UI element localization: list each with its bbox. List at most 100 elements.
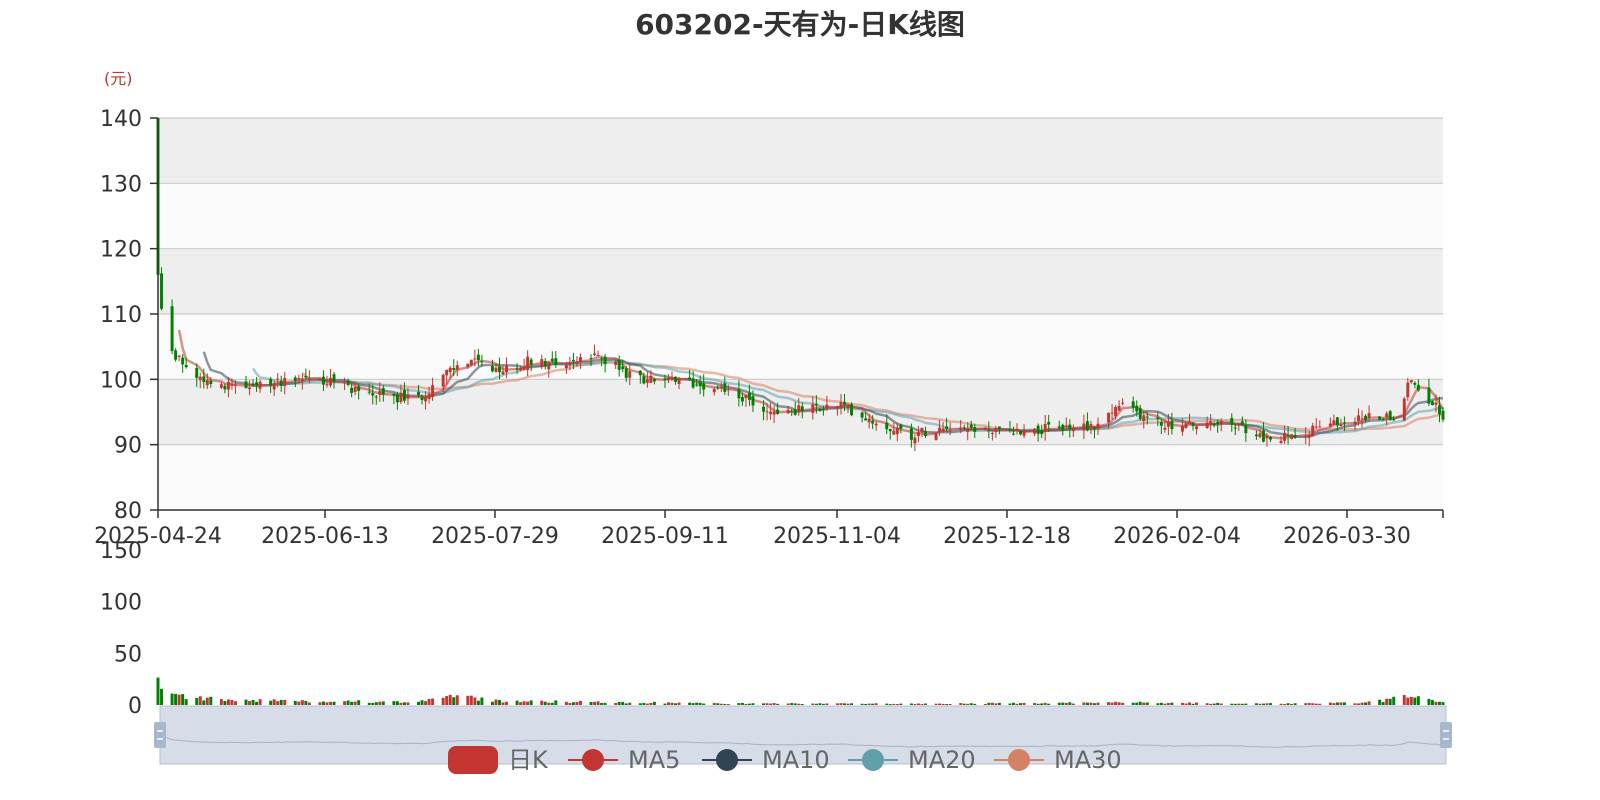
candle-body	[821, 408, 825, 410]
candle-body	[793, 409, 797, 415]
volume-bar	[1244, 703, 1248, 705]
price-unit-label: (元)	[104, 69, 133, 88]
volume-bar	[1219, 703, 1223, 705]
candle-body	[1307, 434, 1311, 438]
candle-body	[473, 358, 477, 360]
volume-bar	[839, 703, 843, 705]
volume-bar	[1233, 703, 1237, 705]
candle-body	[1012, 433, 1015, 435]
volume-bar	[895, 704, 899, 706]
volume-bar	[300, 700, 304, 705]
candle-body	[466, 363, 470, 368]
candle-body	[346, 381, 350, 385]
volume-bar	[737, 703, 741, 705]
candle-body	[762, 406, 766, 412]
candle-body	[751, 396, 755, 406]
candle-body	[938, 427, 942, 432]
volume-series	[156, 677, 1445, 706]
volume-bar	[1402, 695, 1406, 705]
candle-body	[871, 420, 875, 424]
candle-body	[948, 430, 952, 432]
volume-bar	[1145, 702, 1149, 705]
chart-title: 603202-天有为-日K线图	[635, 8, 965, 41]
candle-body	[1328, 423, 1332, 427]
volume-bar	[571, 702, 575, 705]
candle-body	[1237, 424, 1241, 426]
volume-bar	[1089, 702, 1093, 705]
x-tick-label: 2025-06-13	[261, 524, 389, 549]
candle-body	[934, 433, 938, 440]
volume-bar	[1033, 703, 1037, 705]
volume-bar	[614, 702, 618, 705]
candle-body	[424, 396, 428, 402]
candle-body	[300, 378, 304, 381]
volume-bar	[786, 703, 790, 705]
candle-body	[737, 389, 741, 399]
volume-bar	[1166, 703, 1170, 705]
volume-bar	[924, 703, 927, 705]
legend-circle-icon	[1008, 749, 1030, 771]
candle-body	[1265, 435, 1269, 439]
volume-bar	[494, 699, 498, 705]
volume-bar	[378, 701, 382, 705]
candle-body	[645, 379, 649, 383]
candle-body	[670, 377, 674, 380]
candle-body	[1015, 428, 1019, 431]
volume-bar	[455, 695, 459, 705]
candle-body	[941, 428, 945, 432]
candle-body	[1216, 421, 1220, 424]
candle-body	[1339, 424, 1343, 426]
candle-body	[1434, 402, 1438, 405]
y-tick-label: 100	[100, 368, 142, 393]
legend-label: MA30	[1054, 746, 1122, 774]
volume-bar	[628, 702, 632, 705]
candle-body	[677, 378, 681, 384]
volume-bar	[867, 703, 871, 705]
y-tick-label: 120	[100, 238, 142, 263]
volume-bar	[1230, 703, 1234, 705]
candle-body	[895, 427, 899, 435]
y-tick-label: 110	[100, 303, 142, 328]
x-tick-label: 2025-12-18	[943, 524, 1071, 549]
candle-body	[1166, 421, 1170, 427]
volume-bar	[181, 694, 185, 705]
candle-body	[698, 381, 702, 387]
volume-bar	[765, 703, 769, 705]
volume-bar	[1367, 701, 1371, 705]
volume-bar	[1413, 697, 1417, 705]
candle-body	[367, 391, 371, 393]
candle-body	[1040, 430, 1044, 435]
volume-bar	[674, 703, 677, 705]
zoom-handle-left[interactable]	[154, 722, 166, 748]
candle-body	[476, 354, 480, 360]
volume-bar	[1357, 703, 1360, 705]
volume-bar	[617, 702, 621, 705]
candle-body	[983, 428, 987, 430]
candle-body	[297, 377, 301, 380]
candle-body	[1107, 412, 1111, 423]
candle-body	[195, 368, 199, 378]
volume-bar	[269, 700, 273, 705]
volume-bar	[550, 702, 554, 705]
volume-bar	[821, 703, 825, 705]
volume-bar	[1392, 696, 1396, 705]
volume-bar	[1131, 702, 1135, 705]
volume-bar	[871, 703, 875, 705]
grid-band	[158, 444, 1443, 510]
volume-bar	[800, 704, 804, 706]
candle-body	[526, 356, 530, 370]
volume-bar	[1064, 702, 1068, 705]
volume-bar	[913, 704, 917, 706]
volume-bar	[170, 693, 174, 705]
volume-bar	[473, 697, 477, 705]
candle-body	[374, 396, 378, 398]
candle-body	[589, 358, 593, 360]
candle-body	[304, 375, 308, 378]
volume-bar	[466, 695, 470, 705]
candle-body	[441, 374, 445, 387]
candle-body	[550, 358, 554, 362]
legend-candle-icon	[448, 746, 498, 774]
volume-bar	[441, 697, 445, 705]
volume-bar	[540, 700, 544, 705]
zoom-handle-right[interactable]	[1440, 722, 1452, 748]
